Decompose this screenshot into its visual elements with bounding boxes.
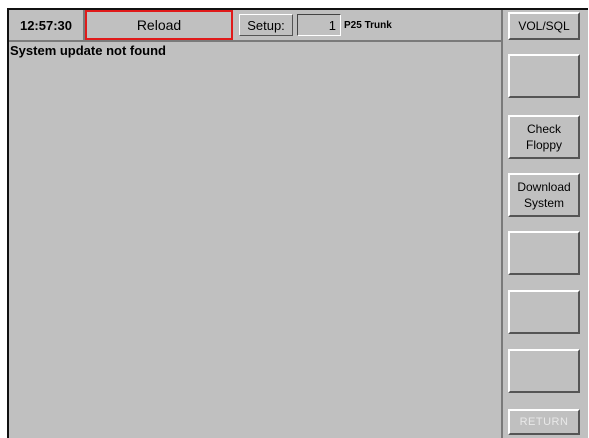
check-floppy-label: Check Floppy xyxy=(525,121,563,152)
status-bar: 12:57:30 Reload Setup: 1 P25 Trunk xyxy=(9,10,502,42)
setup-number-field[interactable]: 1 xyxy=(297,14,341,36)
soft-key-7-button[interactable] xyxy=(508,349,580,393)
clock-display: 12:57:30 xyxy=(9,10,85,40)
return-button-label: RETURN xyxy=(519,415,569,428)
vol-sql-button-label: VOL/SQL xyxy=(518,18,570,33)
system-name-label: P25 Trunk xyxy=(344,19,392,31)
reload-button[interactable]: Reload xyxy=(85,10,233,40)
soft-key-5-button[interactable] xyxy=(508,231,580,275)
soft-key-2-button[interactable] xyxy=(508,54,580,98)
status-message: System update not found xyxy=(10,43,166,58)
download-system-label: Download System xyxy=(517,179,571,210)
soft-key-6-button[interactable] xyxy=(508,290,580,334)
setup-button[interactable]: Setup: xyxy=(239,14,293,36)
vol-sql-button[interactable]: VOL/SQL xyxy=(508,12,580,40)
check-floppy-button[interactable]: Check Floppy xyxy=(508,115,580,159)
download-system-button[interactable]: Download System xyxy=(508,173,580,217)
panel-divider xyxy=(501,10,503,438)
return-button: RETURN xyxy=(508,409,580,435)
